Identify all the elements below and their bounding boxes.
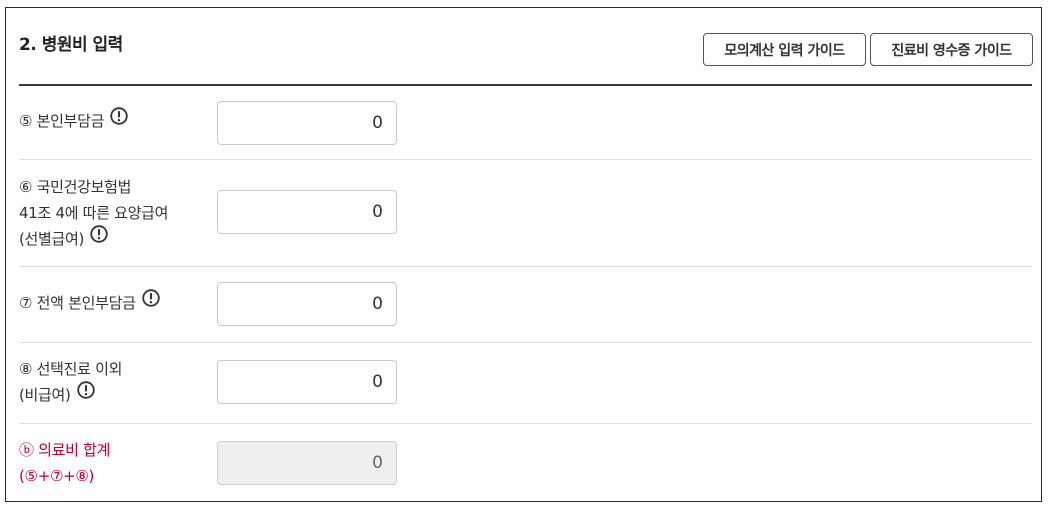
full-copayment-input[interactable]	[217, 282, 397, 326]
exclamation-circle-icon[interactable]	[90, 224, 108, 251]
medical-total-label-line1: ⓑ 의료비 합계	[19, 441, 111, 459]
copayment-input[interactable]	[217, 101, 397, 145]
exclamation-circle-icon[interactable]	[76, 380, 95, 407]
full-copayment-label-text: ⑦ 전액 본인부담금	[19, 294, 136, 312]
section-title: 2. 병원비 입력	[19, 35, 123, 55]
medical-total-label: ⓑ 의료비 합계 (⑤+⑦+⑧)	[19, 437, 110, 489]
selective-benefit-label: ⑥ 국민건강보험법 41조 4에 따른 요양급여 (선별급여)	[19, 174, 168, 253]
selective-benefit-label-line1: ⑥ 국민건강보험법	[19, 178, 132, 196]
row-medical-total: ⓑ 의료비 합계 (⑤+⑦+⑧)	[19, 424, 1032, 502]
exclamation-circle-icon[interactable]	[110, 106, 128, 133]
exclamation-circle-icon[interactable]	[141, 288, 160, 315]
hospital-cost-panel: 2. 병원비 입력 모의계산 입력 가이드 진료비 영수증 가이드 ⑤ 본인부담…	[5, 7, 1042, 502]
selective-benefit-input[interactable]	[217, 190, 397, 234]
non-covered-label-line2: (비급여)	[19, 386, 71, 404]
mock-calc-guide-button[interactable]: 모의계산 입력 가이드	[703, 33, 866, 66]
medical-total-input	[217, 441, 397, 485]
row-copayment: ⑤ 본인부담금	[19, 86, 1032, 160]
selective-benefit-label-line2: 41조 4에 따른 요양급여	[19, 204, 169, 222]
non-covered-input[interactable]	[217, 360, 397, 404]
receipt-guide-button[interactable]: 진료비 영수증 가이드	[870, 33, 1033, 66]
non-covered-label: ⑧ 선택진료 이외 (비급여)	[19, 356, 122, 409]
medical-total-label-line2: (⑤+⑦+⑧)	[19, 467, 95, 485]
row-non-covered: ⑧ 선택진료 이외 (비급여)	[19, 343, 1032, 424]
copayment-label-text: ⑤ 본인부담금	[19, 112, 105, 130]
row-full-copayment: ⑦ 전액 본인부담금	[19, 267, 1032, 343]
selective-benefit-label-line3: (선별급여)	[19, 230, 85, 248]
row-selective-benefit: ⑥ 국민건강보험법 41조 4에 따른 요양급여 (선별급여)	[19, 160, 1032, 267]
non-covered-label-line1: ⑧ 선택진료 이외	[19, 360, 123, 378]
full-copayment-label: ⑦ 전액 본인부담금	[19, 288, 160, 317]
copayment-label: ⑤ 본인부담금	[19, 106, 128, 135]
